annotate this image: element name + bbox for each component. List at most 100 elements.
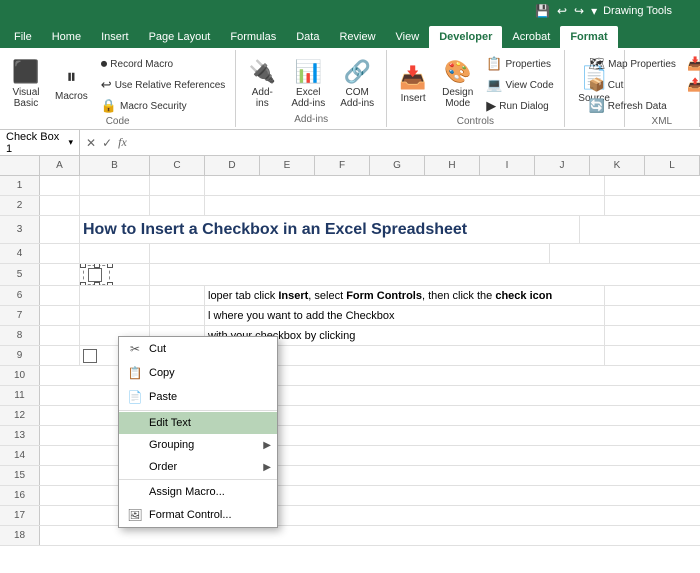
ctx-divider1 bbox=[119, 410, 277, 411]
name-box[interactable]: Check Box 1 ▾ bbox=[0, 130, 80, 155]
macro-security-button[interactable]: 🔒 Macro Security bbox=[97, 96, 230, 116]
cell-b5-checkbox[interactable] bbox=[80, 264, 150, 285]
ctx-copy[interactable]: 📋 Copy bbox=[119, 361, 277, 385]
tab-format[interactable]: Format bbox=[560, 26, 617, 48]
tab-data[interactable]: Data bbox=[286, 26, 329, 48]
confirm-icon[interactable]: ✓ bbox=[100, 134, 114, 152]
ctx-format-control[interactable]: 🖼 Format Control... bbox=[119, 503, 277, 527]
cell-a8[interactable] bbox=[40, 326, 80, 345]
tab-review[interactable]: Review bbox=[329, 26, 385, 48]
drawing-tools-bar: 💾 ↩ ↪ ▾ Drawing Tools bbox=[0, 0, 700, 22]
context-menu: ✂ Cut 📋 Copy 📄 Paste Edit Text Grouping … bbox=[118, 336, 278, 528]
ctx-assign-macro-label: Assign Macro... bbox=[149, 486, 225, 498]
cell-a7[interactable] bbox=[40, 306, 80, 325]
undo-button[interactable]: ↩ bbox=[555, 3, 569, 19]
tab-file[interactable]: File bbox=[4, 26, 42, 48]
cut-icon: ✂ bbox=[127, 342, 143, 356]
properties-button[interactable]: 📋 Properties bbox=[482, 54, 557, 74]
drawing-tools-label: Drawing Tools bbox=[603, 5, 672, 17]
design-mode-button[interactable]: 🎨 DesignMode bbox=[436, 54, 479, 114]
cell-b1[interactable] bbox=[80, 176, 150, 195]
fx-icon[interactable]: fx bbox=[116, 133, 129, 152]
record-macro-icon: ⏺ bbox=[101, 56, 108, 72]
cell-b2[interactable] bbox=[80, 196, 150, 215]
ctx-cut[interactable]: ✂ Cut bbox=[119, 337, 277, 361]
dropdown-button[interactable]: ▾ bbox=[589, 3, 599, 19]
insert-button[interactable]: 📥 Insert bbox=[393, 54, 433, 114]
ctx-edit-text[interactable]: Edit Text bbox=[119, 412, 277, 434]
excel-addins-icon: 📊 bbox=[295, 59, 322, 85]
relative-icon: ↩ bbox=[101, 77, 112, 93]
visual-basic-button[interactable]: ⬛ VisualBasic bbox=[6, 54, 46, 114]
ribbon-group-controls: 📥 Insert 🎨 DesignMode 📋 Properties 💻 Vie… bbox=[387, 50, 565, 127]
checkbox-b9[interactable] bbox=[83, 349, 97, 363]
cell-a6[interactable] bbox=[40, 286, 80, 305]
ctx-order[interactable]: Order ▶ bbox=[119, 456, 277, 478]
xml-col2: 📥 Import 📤 Export bbox=[683, 54, 700, 95]
addins-group-label: Add-ins bbox=[242, 114, 380, 127]
ctx-divider2 bbox=[119, 479, 277, 480]
redo-button[interactable]: ↪ bbox=[572, 3, 586, 19]
col-header-f: F bbox=[315, 156, 370, 175]
refresh-data-button[interactable]: 🔄 Refresh Data bbox=[585, 96, 680, 116]
ctx-grouping[interactable]: Grouping ▶ bbox=[119, 434, 277, 456]
formula-input[interactable] bbox=[133, 130, 700, 155]
excel-addins-button[interactable]: 📊 ExcelAdd-ins bbox=[285, 54, 331, 114]
export-button[interactable]: 📤 Export bbox=[683, 75, 700, 95]
ctx-order-label: Order bbox=[149, 461, 177, 473]
cell-a4[interactable] bbox=[40, 244, 80, 263]
cell-d7-text[interactable]: l where you want to add the Checkbox bbox=[205, 306, 605, 325]
cell-content4[interactable] bbox=[150, 244, 550, 263]
cell-c1[interactable] bbox=[150, 176, 205, 195]
record-macro-button[interactable]: ⏺ Record Macro bbox=[97, 54, 230, 74]
tab-view[interactable]: View bbox=[386, 26, 430, 48]
name-box-dropdown[interactable]: ▾ bbox=[68, 137, 73, 148]
tab-acrobat[interactable]: Acrobat bbox=[502, 26, 560, 48]
handle-bm bbox=[94, 282, 100, 286]
name-box-value: Check Box 1 bbox=[6, 131, 65, 155]
view-code-button[interactable]: 💻 View Code bbox=[482, 75, 557, 95]
tab-formulas[interactable]: Formulas bbox=[220, 26, 286, 48]
col-header-l: L bbox=[645, 156, 700, 175]
cell-c7[interactable] bbox=[150, 306, 205, 325]
cell-b3-title[interactable]: How to Insert a Checkbox in an Excel Spr… bbox=[80, 216, 580, 243]
cell-b7[interactable] bbox=[80, 306, 150, 325]
add-ins-button[interactable]: 🔌 Add-ins bbox=[242, 54, 282, 114]
cell-a9[interactable] bbox=[40, 346, 80, 365]
ctx-assign-macro[interactable]: Assign Macro... bbox=[119, 481, 277, 503]
tab-insert[interactable]: Insert bbox=[91, 26, 139, 48]
run-dialog-button[interactable]: ▶ Run Dialog bbox=[482, 96, 557, 116]
handle-tr bbox=[107, 264, 113, 268]
cell-c2[interactable] bbox=[150, 196, 205, 215]
cell-a3[interactable] bbox=[40, 216, 80, 243]
expansion-packs-button[interactable]: 📦 Cut bbox=[585, 75, 680, 95]
tab-home[interactable]: Home bbox=[42, 26, 91, 48]
cell-content1[interactable] bbox=[205, 176, 605, 195]
map-properties-button[interactable]: 🗺 Map Properties bbox=[585, 54, 680, 74]
cell-content2[interactable] bbox=[205, 196, 605, 215]
cell-b6[interactable] bbox=[80, 286, 150, 305]
save-button[interactable]: 💾 bbox=[533, 3, 552, 19]
record-macro-label: Record Macro bbox=[110, 59, 173, 70]
row-number: 4 bbox=[0, 244, 40, 263]
visual-basic-label: VisualBasic bbox=[12, 87, 39, 109]
export-icon: 📤 bbox=[687, 77, 700, 93]
row-number: 3 bbox=[0, 216, 40, 243]
cell-c6[interactable] bbox=[150, 286, 205, 305]
tab-pagelayout[interactable]: Page Layout bbox=[139, 26, 221, 48]
use-relative-button[interactable]: ↩ Use Relative References bbox=[97, 75, 230, 95]
checkbox-control[interactable] bbox=[88, 268, 102, 282]
ctx-paste[interactable]: 📄 Paste bbox=[119, 385, 277, 409]
import-button[interactable]: 📥 Import bbox=[683, 54, 700, 74]
cell-a1[interactable] bbox=[40, 176, 80, 195]
macros-button[interactable]: ⏸ Macros bbox=[49, 54, 94, 114]
table-row: 17 bbox=[0, 506, 700, 526]
cell-a5[interactable] bbox=[40, 264, 80, 285]
cell-b4[interactable] bbox=[80, 244, 150, 263]
cell-a2[interactable] bbox=[40, 196, 80, 215]
cell-d6-text[interactable]: loper tab click Insert, select Form Cont… bbox=[205, 286, 605, 305]
ribbon-controls-content: 📥 Insert 🎨 DesignMode 📋 Properties 💻 Vie… bbox=[393, 52, 558, 116]
cancel-icon[interactable]: ✕ bbox=[84, 134, 98, 152]
tab-developer[interactable]: Developer bbox=[429, 26, 502, 48]
com-addins-button[interactable]: 🔗 COMAdd-ins bbox=[334, 54, 380, 114]
